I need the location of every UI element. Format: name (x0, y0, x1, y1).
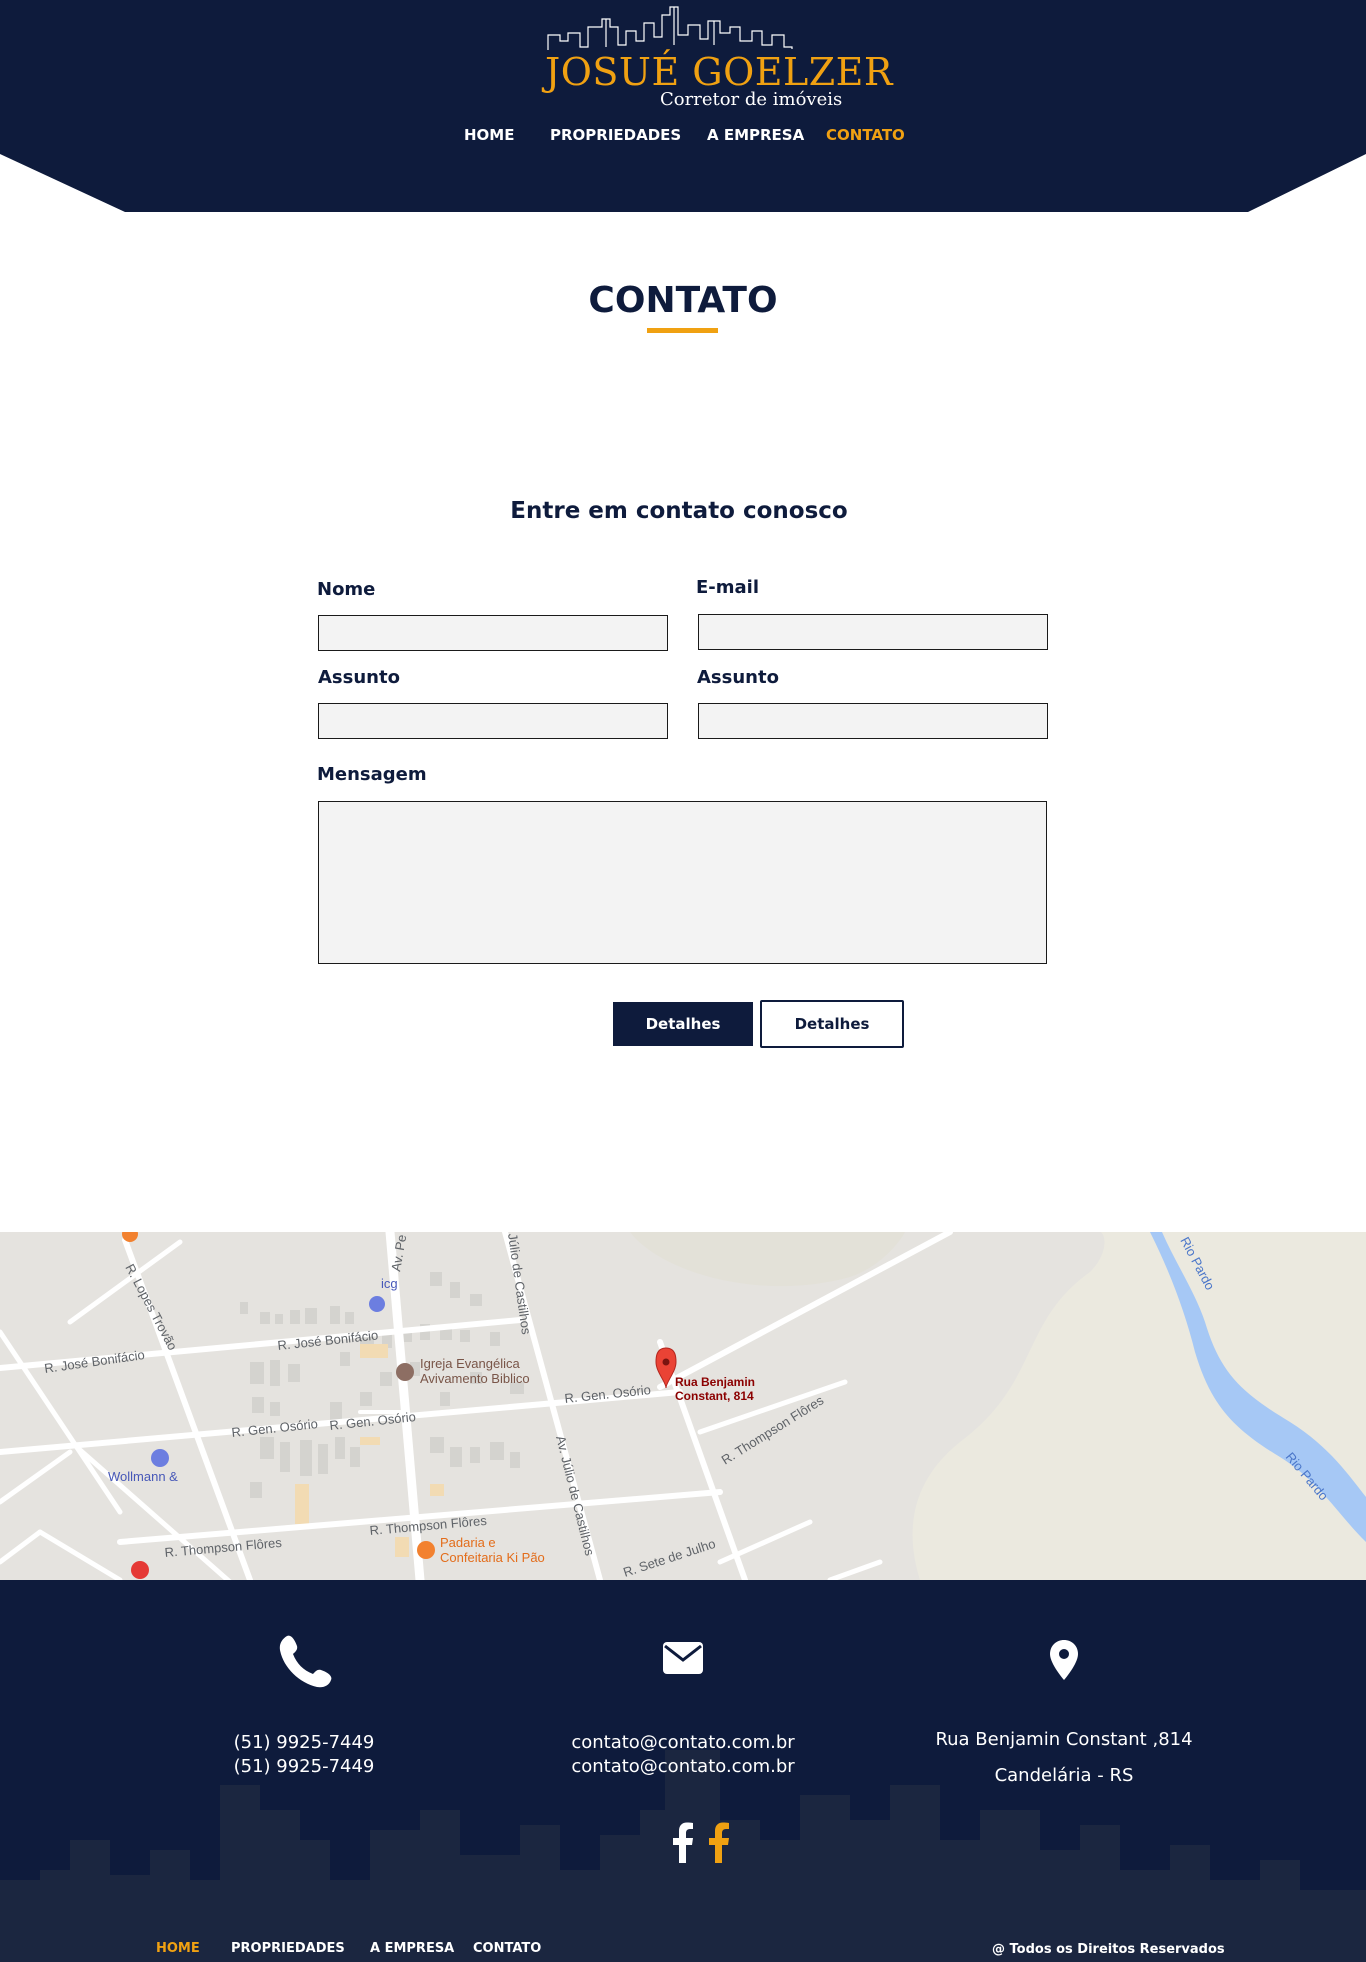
footer-nav-a-empresa[interactable]: A EMPRESA (370, 1941, 454, 1956)
street-label: R. Lopes Trovão (122, 1261, 180, 1352)
page-title: CONTATO (588, 280, 778, 321)
church-label: Avivamento Biblico (420, 1371, 530, 1386)
street-label: R. Gen. Osório (564, 1382, 652, 1406)
nav-propriedades[interactable]: PROPRIEDADES (550, 126, 681, 144)
footer-nav-home[interactable]: HOME (156, 1941, 200, 1956)
bakery-label: Confeitaria Ki Pão (440, 1550, 545, 1565)
email-label: E-mail (696, 577, 760, 598)
facebook-icon-gold[interactable] (708, 1821, 730, 1863)
street-label: R. Gen. Osório (231, 1416, 319, 1440)
footer-nav-propriedades[interactable]: PROPRIEDADES (231, 1941, 345, 1956)
envelope-icon (663, 1642, 703, 1674)
name-label: Nome (317, 579, 376, 600)
site-header: JOSUÉ GOELZER Corretor de imóveis HOME P… (0, 0, 1366, 215)
nav-a-empresa[interactable]: A EMPRESA (707, 126, 804, 144)
phone-number[interactable]: (51) 9925-7449 (204, 1732, 404, 1753)
phone-number[interactable]: (51) 9925-7449 (204, 1756, 404, 1777)
email-address[interactable]: contato@contato.com.br (533, 1756, 833, 1777)
site-footer: (51) 9925-7449 (51) 9925-7449 contato@co… (0, 1580, 1366, 1962)
subject-input[interactable] (318, 703, 668, 739)
nav-home[interactable]: HOME (464, 126, 514, 144)
message-label: Mensagem (317, 764, 427, 785)
name-input[interactable] (318, 615, 668, 651)
subject-label: Assunto (318, 667, 400, 688)
street-label: R. Sete de Julho (621, 1536, 717, 1580)
marker-label: Constant, 814 (675, 1389, 754, 1403)
footer-nav-contato[interactable]: CONTATO (473, 1941, 541, 1956)
copyright: @ Todos os Direitos Reservados (992, 1942, 1225, 1957)
facebook-icon[interactable] (672, 1821, 694, 1863)
bakery-label: Padaria e (440, 1535, 496, 1550)
church-label: Igreja Evangélica (420, 1356, 520, 1371)
title-underline (647, 328, 718, 333)
store-label: Wollmann & (108, 1469, 178, 1484)
email-address[interactable]: contato@contato.com.br (533, 1732, 833, 1753)
details-button-primary[interactable]: Detalhes (613, 1002, 753, 1046)
street-label: Av. Júlio de Castilhos (553, 1434, 597, 1558)
map-canvas: R. José Bonifácio R. José Bonifácio R. G… (0, 1232, 1366, 1580)
map-pin-icon (1050, 1640, 1078, 1680)
street-label: R. José Bonifácio (43, 1347, 145, 1376)
subject2-label: Assunto (697, 667, 779, 688)
bus-icon[interactable] (369, 1296, 385, 1312)
brand-tagline: Corretor de imóveis (660, 89, 843, 110)
church-icon[interactable] (396, 1363, 414, 1381)
hospital-icon[interactable] (131, 1561, 149, 1579)
restaurant-icon[interactable] (417, 1541, 435, 1559)
location-map[interactable]: R. José Bonifácio R. José Bonifácio R. G… (0, 1232, 1366, 1580)
address-line: Candelária - RS (994, 1765, 1134, 1786)
nav-contato[interactable]: CONTATO (826, 126, 905, 144)
subject2-input[interactable] (698, 703, 1048, 739)
email-input[interactable] (698, 614, 1048, 650)
phone-icon (279, 1635, 332, 1688)
shopping-cart-icon[interactable] (151, 1449, 169, 1467)
street-label: R. Thompson Flôres (719, 1392, 827, 1467)
form-heading: Entre em contato conosco (510, 498, 848, 524)
message-textarea[interactable] (318, 801, 1047, 964)
brand-name[interactable]: JOSUÉ GOELZER (545, 50, 893, 94)
icg-label: icg (381, 1276, 398, 1291)
address-line: Rua Benjamin Constant ,814 (935, 1729, 1193, 1750)
details-button-outline[interactable]: Detalhes (760, 1000, 904, 1048)
marker-label: Rua Benjamin (675, 1375, 755, 1389)
